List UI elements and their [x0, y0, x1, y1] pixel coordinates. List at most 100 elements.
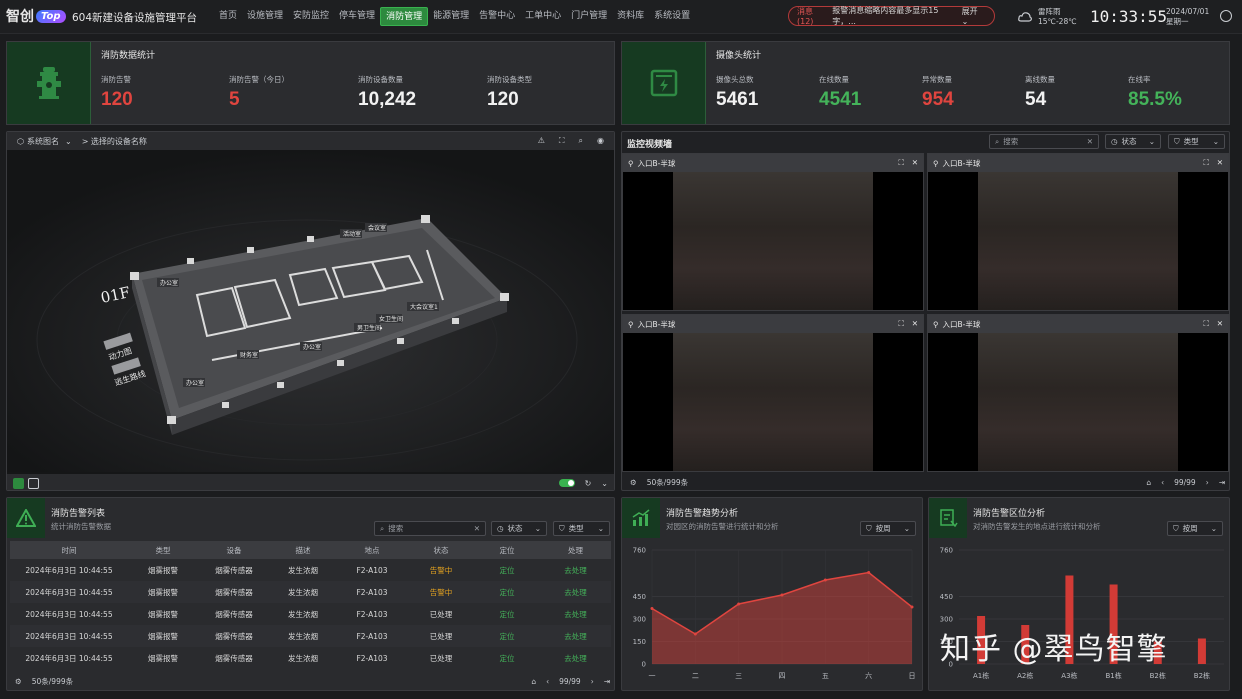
handle-link[interactable]: 去处理: [540, 559, 611, 581]
handle-link[interactable]: 去处理: [540, 581, 611, 603]
close-icon[interactable]: ✕: [912, 158, 918, 168]
fullscreen-icon[interactable]: ⛶: [898, 158, 903, 168]
last-page-icon[interactable]: ⇥: [604, 677, 610, 686]
map-view-3d-icon[interactable]: [28, 477, 39, 489]
column-header[interactable]: 状态: [408, 541, 474, 559]
alarm-search-input[interactable]: ⌕ 搜索 ✕: [374, 521, 486, 536]
video-cell[interactable]: ⚲ 入口B-半球 ⛶ ✕: [927, 314, 1229, 472]
locate-link[interactable]: 定位: [474, 559, 540, 581]
video-type-filter[interactable]: ⛉ 类型 ⌄: [1168, 134, 1225, 149]
table-row[interactable]: 2024年6月3日 10:44:55 烟雾报警 烟雾传感器 发生浓烟 F2-A103 已处…: [10, 603, 611, 625]
watermark: 知乎 @翠鸟智擎: [940, 632, 1168, 667]
nav-item[interactable]: 安防监控: [288, 7, 334, 26]
prev-page-icon[interactable]: ‹: [546, 677, 549, 686]
video-cell[interactable]: ⚲ 入口B-半球 ⛶ ✕: [622, 153, 924, 311]
column-header[interactable]: 描述: [270, 541, 336, 559]
nav-item[interactable]: 能源管理: [428, 7, 474, 26]
app-logo[interactable]: 智创 Top: [6, 6, 66, 26]
search-icon[interactable]: ⌕: [579, 136, 583, 146]
table-row[interactable]: 2024年6月3日 10:44:55 烟雾报警 烟雾传感器 发生浓烟 F2-A103 已处…: [10, 647, 611, 669]
toggle-switch[interactable]: [558, 479, 575, 487]
close-icon[interactable]: ✕: [912, 319, 918, 329]
cell-desc: 发生浓烟: [288, 609, 318, 619]
room-label[interactable]: 办公室: [186, 379, 204, 387]
nav-item[interactable]: 停车管理: [334, 7, 380, 26]
column-header[interactable]: 处理: [540, 541, 611, 559]
column-header[interactable]: 时间: [10, 541, 128, 559]
system-map-select[interactable]: 系统图名: [27, 136, 59, 147]
table-row[interactable]: 2024年6月3日 10:44:55 烟雾报警 烟雾传感器 发生浓烟 F2-A103 告警…: [10, 559, 611, 581]
floor-plan-3d[interactable]: 办公室 会议室 活动室 办公室 财务室 办公室 男卫生间 女卫生间 大会议室1 …: [7, 150, 614, 472]
chevron-down-icon[interactable]: ⌄: [65, 137, 72, 146]
map-view-2d-icon[interactable]: [13, 477, 24, 489]
video-cell-header: ⚲ 入口B-半球 ⛶ ✕: [928, 154, 1228, 172]
last-page-icon[interactable]: ⇥: [1219, 478, 1225, 487]
close-icon[interactable]: ✕: [1217, 158, 1223, 168]
fullscreen-icon[interactable]: ⛶: [1203, 319, 1208, 329]
location-pin-icon: ⚲: [933, 158, 939, 168]
clear-icon[interactable]: ✕: [474, 524, 480, 533]
alarm-status-filter[interactable]: ◷ 状态 ⌄: [491, 521, 547, 536]
room-label[interactable]: 女卫生间: [379, 315, 403, 323]
table-row[interactable]: 2024年6月3日 10:44:55 烟雾报警 烟雾传感器 发生浓烟 F2-A103 告警…: [10, 581, 611, 603]
room-label[interactable]: 男卫生间: [357, 324, 381, 332]
handle-link[interactable]: 去处理: [540, 603, 611, 625]
area-period-select[interactable]: ⛉ 按周 ⌄: [1167, 521, 1223, 536]
handle-link[interactable]: 去处理: [540, 647, 611, 669]
alarm-type-filter[interactable]: ⛉ 类型 ⌄: [553, 521, 610, 536]
nav-item[interactable]: 设施管理: [242, 7, 288, 26]
locate-link[interactable]: 定位: [474, 603, 540, 625]
video-status-filter[interactable]: ◷ 状态 ⌄: [1105, 134, 1161, 149]
room-label[interactable]: 活动室: [343, 230, 361, 238]
chevron-down-icon[interactable]: ⌄: [601, 479, 608, 488]
nav-item[interactable]: 首页: [214, 7, 242, 26]
alert-banner[interactable]: 消息(12) 报警消息缩略内容最多显示15字，... 展开 ⌄: [788, 6, 995, 26]
room-label[interactable]: 办公室: [160, 279, 178, 287]
refresh-icon[interactable]: ↻: [585, 479, 592, 488]
column-header[interactable]: 地点: [336, 541, 408, 559]
device-breadcrumb[interactable]: > 选择的设备名称: [82, 136, 147, 147]
clear-icon[interactable]: ✕: [1087, 137, 1093, 146]
room-label[interactable]: 大会议室1: [410, 303, 438, 311]
room-label[interactable]: 财务室: [240, 351, 258, 359]
trend-chart[interactable]: 0 150 300 450 760 一 二 三 四 五 六 日: [622, 540, 922, 690]
nav-item[interactable]: 告警中心: [474, 7, 520, 26]
settings-icon[interactable]: ⚙: [630, 478, 637, 487]
locate-link[interactable]: 定位: [474, 581, 540, 603]
locate-link[interactable]: 定位: [474, 647, 540, 669]
column-header[interactable]: 设备: [198, 541, 270, 559]
chevron-down-icon: ⌄: [534, 524, 541, 533]
eye-icon[interactable]: ◉: [597, 136, 604, 146]
table-row[interactable]: 2024年6月3日 10:44:55 烟雾报警 烟雾传感器 发生浓烟 F2-A103 已处…: [10, 625, 611, 647]
prev-page-icon[interactable]: ‹: [1161, 478, 1164, 487]
fullscreen-icon[interactable]: ⛶: [1203, 158, 1208, 168]
column-header[interactable]: 定位: [474, 541, 540, 559]
settings-icon[interactable]: ⚙: [15, 677, 22, 686]
next-page-icon[interactable]: ›: [1206, 478, 1209, 487]
room-label[interactable]: 会议室: [368, 224, 386, 232]
nav-item[interactable]: 门户管理: [566, 7, 612, 26]
fullscreen-icon[interactable]: ⛶: [898, 319, 903, 329]
nav-item-active[interactable]: 消防管理: [380, 7, 429, 26]
cell-location: F2-A103: [356, 653, 388, 663]
room-label[interactable]: 办公室: [303, 343, 321, 351]
trend-period-select[interactable]: ⛉ 按周 ⌄: [860, 521, 916, 536]
column-header[interactable]: 类型: [128, 541, 198, 559]
home-icon[interactable]: ⌂: [531, 677, 536, 686]
close-icon[interactable]: ✕: [1217, 319, 1223, 329]
next-page-icon[interactable]: ›: [591, 677, 594, 686]
fullscreen-icon[interactable]: ⛶: [559, 136, 565, 146]
floor-map-panel: ⬡ 系统图名 ⌄ > 选择的设备名称 ⚠ ⛶ ⌕ ◉ 办公室 会议室 活动室 办…: [6, 131, 615, 491]
nav-item[interactable]: 工单中心: [520, 7, 566, 26]
nav-item[interactable]: 系统设置: [649, 7, 695, 26]
alert-expand-button[interactable]: 展开 ⌄: [962, 6, 986, 26]
video-search-input[interactable]: ⌕ 搜索 ✕: [989, 134, 1099, 149]
video-cell[interactable]: ⚲ 入口B-半球 ⛶ ✕: [622, 314, 924, 472]
home-icon[interactable]: ⌂: [1146, 478, 1151, 487]
locate-link[interactable]: 定位: [474, 625, 540, 647]
handle-link[interactable]: 去处理: [540, 625, 611, 647]
video-cell[interactable]: ⚲ 入口B-半球 ⛶ ✕: [927, 153, 1229, 311]
user-icon[interactable]: [1220, 10, 1232, 22]
warning-icon[interactable]: ⚠: [538, 136, 545, 146]
nav-item[interactable]: 资料库: [612, 7, 649, 26]
